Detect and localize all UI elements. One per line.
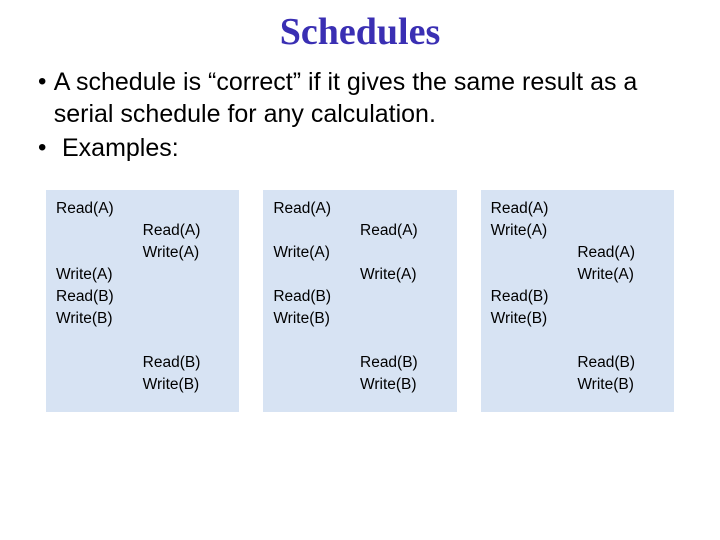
slide: Schedules • A schedule is “correct” if i… [0, 0, 720, 540]
bullet-text: A schedule is “correct” if it gives the … [54, 66, 692, 130]
bullet-text: Examples: [62, 132, 179, 164]
bullet-dot-icon: • [36, 132, 62, 164]
schedule-panels: Read(A) Write(A) Read(B) Write(B) Read(A… [46, 190, 674, 412]
schedule-col-right: Read(A) Write(A) Read(B) Write(B) [143, 198, 230, 404]
bullet-list: • A schedule is “correct” if it gives th… [36, 66, 692, 164]
page-title: Schedules [28, 10, 692, 54]
bullet-item: • Examples: [36, 132, 692, 164]
bullet-dot-icon: • [36, 66, 54, 98]
schedule-panel-1: Read(A) Write(A) Read(B) Write(B) Read(A… [46, 190, 239, 412]
schedule-col-right: Read(A) Write(A) Read(B) Write(B) [577, 198, 664, 404]
schedule-col-left: Read(A) Write(A) Read(B) Write(B) [273, 198, 360, 404]
schedule-panel-3: Read(A) Write(A) Read(B) Write(B) Read(A… [481, 190, 674, 412]
schedule-col-left: Read(A) Write(A) Read(B) Write(B) [491, 198, 578, 404]
schedule-panel-2: Read(A) Write(A) Read(B) Write(B) Read(A… [263, 190, 456, 412]
schedule-col-right: Read(A) Write(A) Read(B) Write(B) [360, 198, 447, 404]
bullet-item: • A schedule is “correct” if it gives th… [36, 66, 692, 130]
schedule-col-left: Read(A) Write(A) Read(B) Write(B) [56, 198, 143, 404]
